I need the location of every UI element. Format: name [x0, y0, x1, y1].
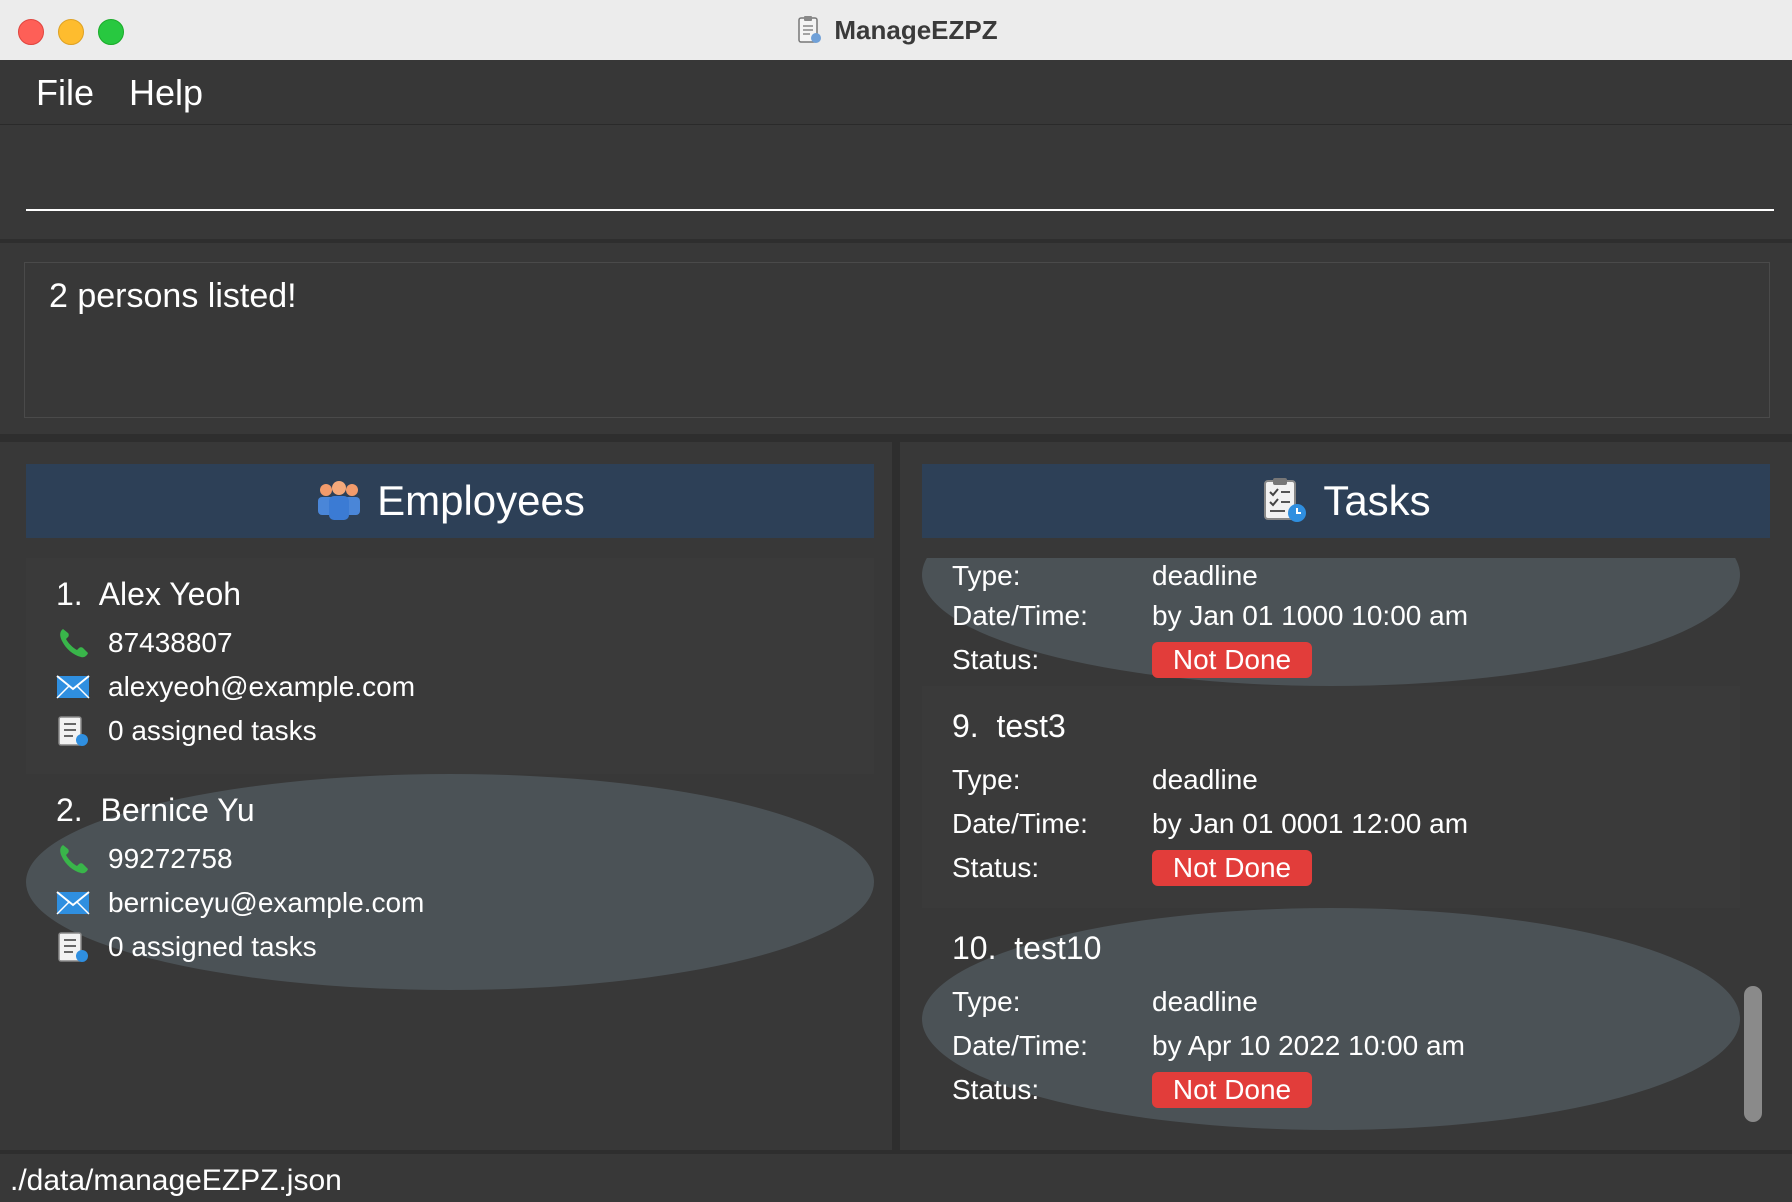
task-type-label: Type:: [952, 764, 1021, 795]
task-datetime-label: Date/Time:: [952, 1030, 1088, 1061]
save-file-path: ./data/manageEZPZ.json: [10, 1164, 342, 1197]
employee-tasks-row: 0 assigned tasks: [56, 930, 317, 964]
status-bar: ./data/manageEZPZ.json: [0, 1150, 1792, 1202]
tasks-icon: [58, 716, 88, 746]
employees-title: Employees: [377, 477, 585, 524]
employee-name: 1. Alex Yeoh: [56, 576, 242, 612]
task-datetime: by Apr 10 2022 10:00 am: [1152, 1030, 1465, 1061]
employee-email-row: berniceyu@example.com: [56, 886, 424, 920]
tasks-icon: [58, 932, 88, 962]
employee-task-count: 0 assigned tasks: [108, 715, 317, 746]
employees-icon: [318, 481, 361, 520]
app-window: ManageEZPZ File Help 2 persons listed! E…: [0, 0, 1792, 1202]
task-name: 9. test3: [952, 708, 1066, 744]
employee-card[interactable]: 2. Bernice Yu 99272758 berniceyu@example…: [26, 774, 874, 990]
task-type: deadline: [1152, 986, 1258, 1017]
task-type-label: Type:: [952, 560, 1021, 591]
employee-email: berniceyu@example.com: [108, 887, 425, 918]
task-card[interactable]: Type: deadline Date/Time: by Jan 01 1000…: [922, 558, 1740, 686]
command-input[interactable]: [26, 155, 1774, 211]
task-card[interactable]: 10. test10 Type: deadline Date/Time: by …: [922, 908, 1740, 1130]
employee-card[interactable]: 1. Alex Yeoh 87438807 alexyeoh@example.c…: [26, 558, 874, 774]
tasks-header-icon: [1264, 478, 1307, 522]
task-status-label: Status:: [952, 852, 1040, 883]
task-status-badge: Not Done: [1152, 642, 1312, 678]
employee-phone-row: 99272758: [56, 842, 233, 876]
title-bar: ManageEZPZ: [0, 0, 1792, 61]
window-title: ManageEZPZ: [834, 14, 998, 45]
employee-name: 2. Bernice Yu: [56, 792, 255, 828]
employee-email-row: alexyeoh@example.com: [56, 670, 415, 704]
phone-icon: [60, 845, 88, 874]
task-list[interactable]: Type: deadline Date/Time: by Jan 01 1000…: [922, 558, 1740, 1132]
section-divider: [0, 434, 1792, 442]
menu-bar: File Help: [0, 60, 1792, 125]
task-datetime: by Jan 01 0001 12:00 am: [1152, 808, 1469, 839]
task-status-badge: Not Done: [1152, 850, 1312, 886]
task-datetime-label: Date/Time:: [952, 808, 1088, 839]
task-card[interactable]: 9. test3 Type: deadline Date/Time: by Ja…: [922, 686, 1740, 908]
tasks-panel: Tasks Type: deadline Date/Time: by Jan 0…: [900, 442, 1788, 1150]
tasks-title: Tasks: [1323, 477, 1431, 524]
employee-email: alexyeoh@example.com: [108, 671, 416, 702]
task-status-label: Status:: [952, 1074, 1040, 1105]
task-list-scrollbar[interactable]: [1744, 986, 1762, 1122]
tasks-header: Tasks: [922, 464, 1770, 538]
email-icon: [56, 891, 90, 915]
result-display: 2 persons listed!: [24, 262, 1770, 418]
phone-icon: [60, 629, 88, 658]
employee-phone: 99272758: [108, 843, 233, 874]
result-message: 2 persons listed!: [49, 277, 297, 315]
app-icon: [798, 16, 822, 43]
employee-tasks-row: 0 assigned tasks: [56, 714, 317, 748]
menu-file[interactable]: File: [36, 72, 94, 114]
task-status-label: Status:: [952, 644, 1040, 675]
email-icon: [56, 675, 90, 699]
task-datetime: by Jan 01 1000 10:00 am: [1152, 600, 1469, 631]
employee-phone-row: 87438807: [56, 626, 233, 660]
task-status-badge: Not Done: [1152, 1072, 1312, 1108]
menu-help[interactable]: Help: [129, 72, 203, 114]
employee-phone: 87438807: [108, 627, 233, 658]
command-box: [0, 125, 1792, 243]
employees-header: Employees: [26, 464, 874, 538]
panel-divider: [892, 442, 900, 1150]
task-name: 10. test10: [952, 930, 1102, 966]
task-type: deadline: [1152, 764, 1258, 795]
task-type-label: Type:: [952, 986, 1021, 1017]
employee-task-count: 0 assigned tasks: [108, 931, 317, 962]
task-datetime-label: Date/Time:: [952, 600, 1088, 631]
employees-panel: Employees 1. Alex Yeoh 87438807 alexyeoh…: [4, 442, 892, 1150]
task-type: deadline: [1152, 560, 1258, 591]
